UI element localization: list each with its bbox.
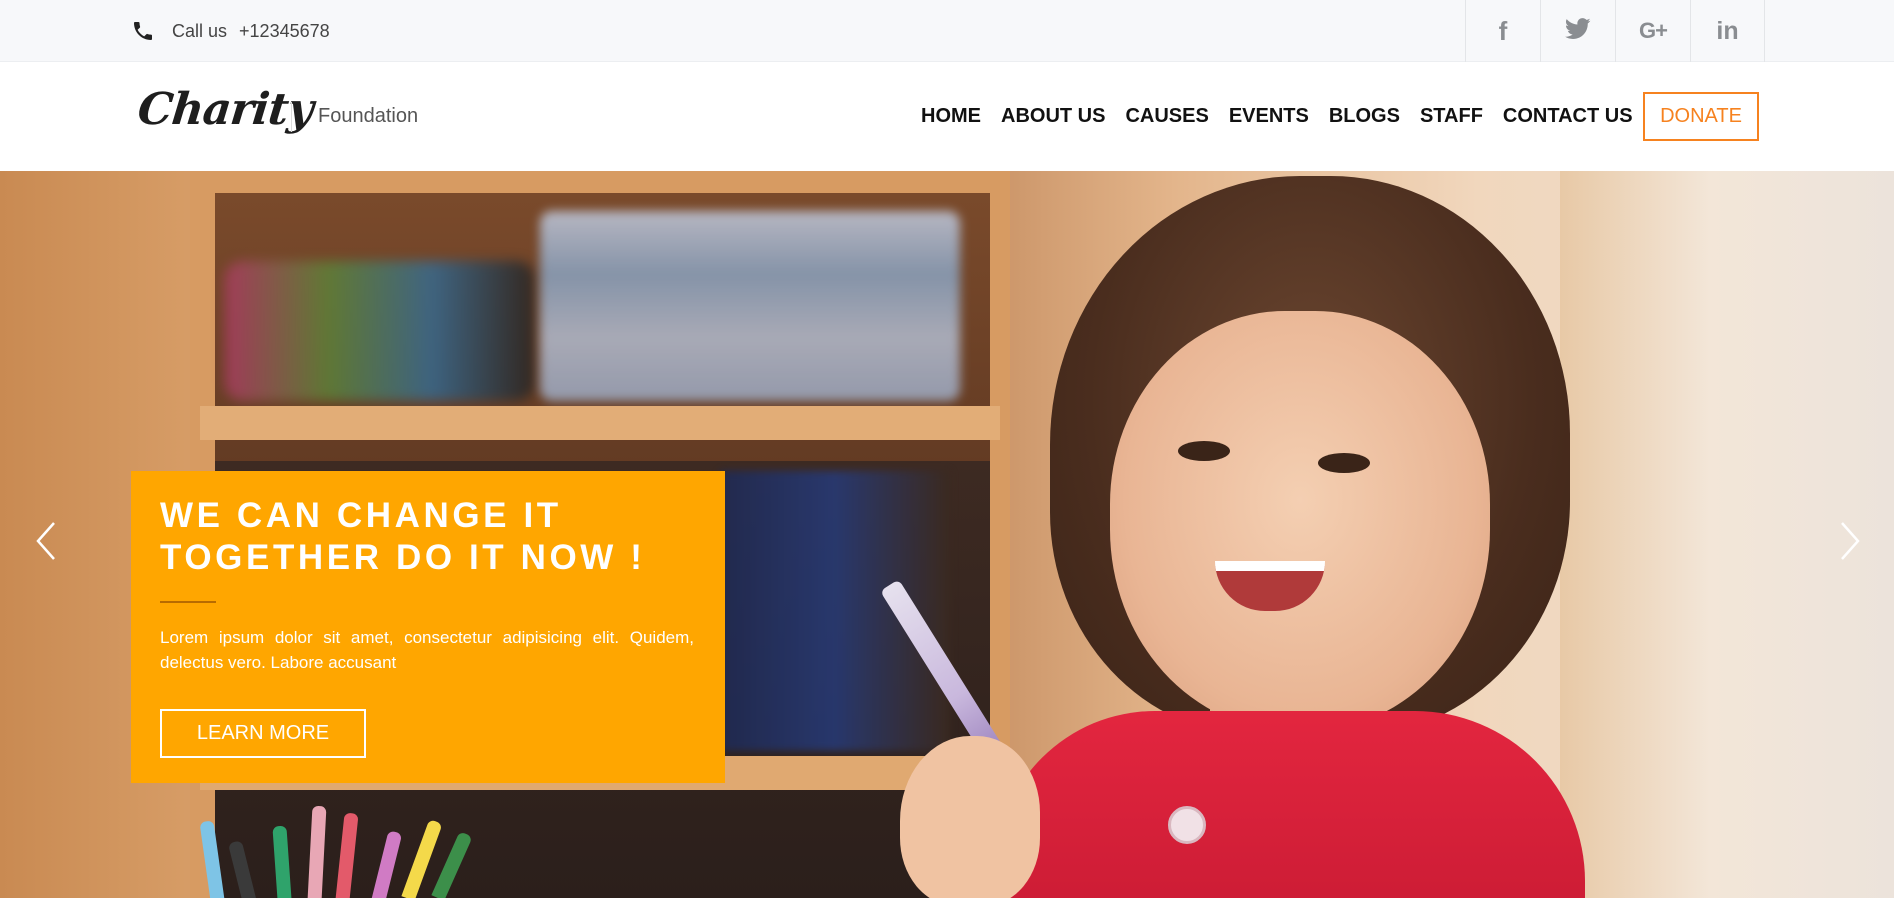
girl-eye	[1318, 453, 1370, 473]
phone-number[interactable]: +12345678	[239, 21, 330, 42]
pencil-cup	[190, 801, 520, 898]
hero-title: WE CAN CHANGE IT TOGETHER DO IT NOW !	[160, 495, 695, 579]
chevron-left-icon	[36, 522, 55, 560]
social-links: f G+ in	[1465, 0, 1765, 62]
google-plus-link[interactable]: G+	[1615, 0, 1690, 62]
site-header: Charity Foundation HOME ABOUT US CAUSES …	[0, 62, 1894, 171]
books-stack	[540, 211, 960, 401]
twitter-icon	[1564, 17, 1591, 45]
logo-divider	[291, 102, 292, 132]
linkedin-link[interactable]: in	[1690, 0, 1765, 62]
shelf-board	[200, 406, 1000, 440]
hero-title-line-2: TOGETHER DO IT NOW !	[160, 538, 646, 577]
nav-item-staff[interactable]: STAFF	[1420, 105, 1483, 128]
nav-item-events[interactable]: EVENTS	[1229, 105, 1309, 128]
facebook-link[interactable]: f	[1465, 0, 1540, 62]
girl-eye	[1178, 441, 1230, 461]
twitter-link[interactable]	[1540, 0, 1615, 62]
slider-prev-button[interactable]	[26, 511, 66, 571]
nav-item-home[interactable]: HOME	[921, 105, 981, 128]
top-bar: Call us +12345678 f G+ in	[0, 0, 1894, 62]
slider-next-button[interactable]	[1830, 511, 1870, 571]
linkedin-icon: in	[1716, 16, 1739, 45]
site-logo[interactable]: Charity	[135, 84, 315, 135]
books-left	[225, 261, 535, 401]
girl-face	[1110, 311, 1490, 731]
call-us: Call us +12345678	[130, 0, 330, 62]
chevron-right-icon	[1841, 522, 1860, 560]
shirt-button	[1168, 806, 1206, 844]
nav-item-blogs[interactable]: BLOGS	[1329, 105, 1400, 128]
facebook-icon: f	[1498, 15, 1508, 46]
hero-text: Lorem ipsum dolor sit amet, consectetur …	[160, 628, 694, 672]
main-nav: HOME ABOUT US CAUSES EVENTS BLOGS STAFF …	[921, 62, 1653, 171]
girl-shirt	[995, 711, 1585, 898]
learn-more-button[interactable]: LEARN MORE	[160, 709, 366, 758]
hero-caption: WE CAN CHANGE IT TOGETHER DO IT NOW ! Lo…	[131, 471, 725, 783]
caption-divider	[160, 601, 216, 603]
site-tagline: Foundation	[318, 105, 419, 127]
nav-item-about-us[interactable]: ABOUT US	[1001, 105, 1105, 128]
nav-item-contact-us[interactable]: CONTACT US	[1503, 105, 1633, 128]
donate-button[interactable]: DONATE	[1643, 92, 1759, 141]
google-plus-icon: G+	[1639, 18, 1668, 43]
phone-icon	[130, 18, 156, 44]
girl-hand	[900, 736, 1040, 898]
call-us-label: Call us	[172, 20, 228, 41]
hero-title-line-1: WE CAN CHANGE IT	[160, 496, 562, 535]
nav-item-causes[interactable]: CAUSES	[1125, 105, 1208, 128]
